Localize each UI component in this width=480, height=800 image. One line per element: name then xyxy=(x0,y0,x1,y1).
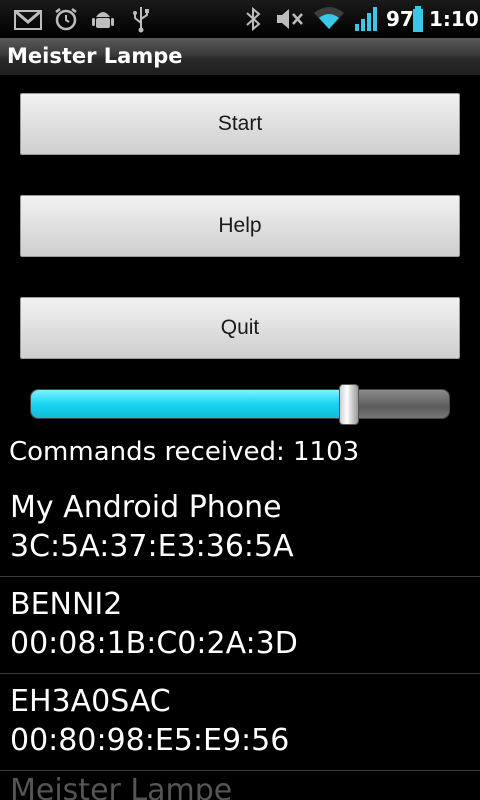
slider-thumb[interactable] xyxy=(339,384,359,425)
alarm-icon xyxy=(54,7,78,35)
status-bar: 97 1:10 xyxy=(0,0,480,38)
start-button[interactable]: Start xyxy=(20,93,460,155)
app-title: Meister Lampe xyxy=(7,44,183,68)
device-name: BENNI2 xyxy=(10,587,123,622)
help-button[interactable]: Help xyxy=(20,195,460,257)
battery-level-text: 97 xyxy=(386,7,414,31)
device-name: EH3A0SAC xyxy=(10,684,171,719)
slider-fill xyxy=(31,390,350,418)
device-list: My Android Phone 3C:5A:37:E3:36:5A BENNI… xyxy=(0,480,480,771)
list-item[interactable]: EH3A0SAC 00:80:98:E5:E9:56 xyxy=(0,674,480,771)
list-item[interactable]: BENNI2 00:08:1B:C0:2A:3D xyxy=(0,577,480,674)
device-address: 00:08:1B:C0:2A:3D xyxy=(10,626,298,661)
device-name: My Android Phone xyxy=(10,490,282,525)
commands-received-text: Commands received: 1103 xyxy=(9,437,360,467)
app-title-bar: Meister Lampe xyxy=(0,38,480,76)
brightness-slider[interactable] xyxy=(30,389,450,419)
wifi-icon xyxy=(313,5,345,35)
usb-icon xyxy=(131,5,151,37)
list-item[interactable]: My Android Phone 3C:5A:37:E3:36:5A xyxy=(0,480,480,577)
gmail-icon xyxy=(14,9,42,34)
device-address: 3C:5A:37:E3:36:5A xyxy=(10,529,294,564)
bluetooth-icon xyxy=(244,6,262,36)
device-address: 00:80:98:E5:E9:56 xyxy=(10,723,290,758)
partial-list-item[interactable]: Meister Lampe xyxy=(10,773,232,800)
clock-time: 1:10 xyxy=(429,7,479,31)
battery-icon xyxy=(413,6,423,36)
android-debug-icon xyxy=(91,7,115,35)
mute-icon xyxy=(275,6,305,36)
signal-icon xyxy=(354,6,380,36)
quit-button[interactable]: Quit xyxy=(20,297,460,359)
